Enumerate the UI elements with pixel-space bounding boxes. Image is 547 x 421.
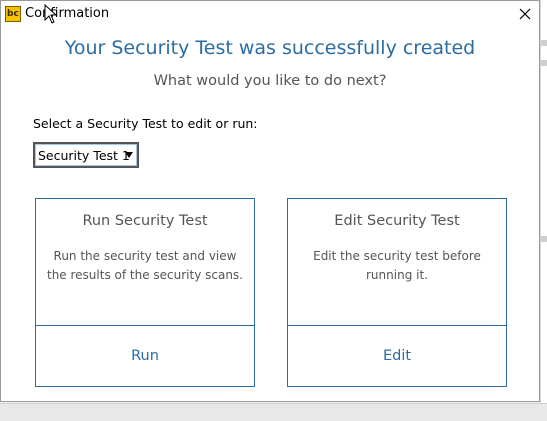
background-artifact [541, 236, 547, 242]
page-subtitle: What would you like to do next? [153, 73, 387, 89]
card-description: Run the security test and view the resul… [46, 249, 243, 282]
dropdown-arrow-icon [125, 152, 133, 158]
background-window-edge [540, 0, 547, 420]
confirmation-dialog: bc Confirmation Your Security Test was s… [0, 0, 540, 402]
window-title: Confirmation [25, 6, 110, 21]
select-value: Security Test 1 [38, 148, 130, 163]
run-button[interactable]: Run [36, 326, 254, 386]
app-logo-icon: bc [5, 6, 21, 22]
dialog-content: Your Security Test was successfully crea… [1, 27, 539, 401]
background-artifact [541, 40, 547, 46]
card-title: Edit Security Test [334, 213, 460, 229]
edit-button[interactable]: Edit [288, 326, 506, 386]
background-window-bottom [0, 403, 547, 421]
run-security-test-card: Run Security Test Run the security test … [35, 198, 255, 387]
background-artifact [541, 60, 547, 66]
card-description: Edit the security test before running it… [313, 249, 481, 282]
close-icon [519, 8, 531, 20]
page-title: Your Security Test was successfully crea… [64, 37, 476, 59]
edit-security-test-card: Edit Security Test Edit the security tes… [287, 198, 507, 387]
card-title: Run Security Test [82, 213, 208, 229]
title-bar: bc Confirmation [1, 1, 539, 27]
select-label: Select a Security Test to edit or run: [33, 116, 258, 131]
mouse-cursor-icon [44, 4, 58, 24]
close-button[interactable] [511, 2, 539, 26]
security-test-select[interactable]: Security Test 1 [33, 142, 139, 168]
